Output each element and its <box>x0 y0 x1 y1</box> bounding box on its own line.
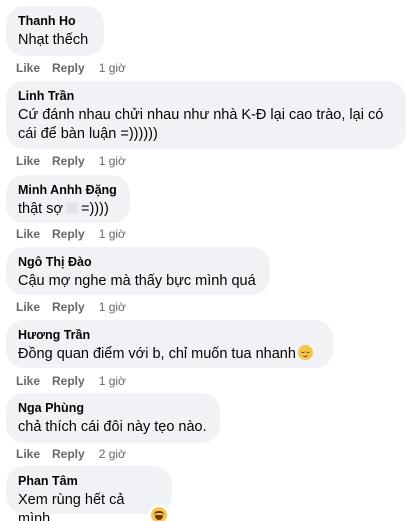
comment-author[interactable]: Phan Tâm <box>18 473 160 489</box>
comment-text: thật sợ =)))) <box>18 200 118 219</box>
comment-text: chả thích cái đôi này tẹo nào. <box>18 419 207 435</box>
reply-button[interactable]: Reply <box>52 154 85 168</box>
comment-timestamp[interactable]: 1 giờ <box>99 61 126 75</box>
comment-text: Xem rùng hết cả mình <box>18 492 125 521</box>
hidden-emoji-icon <box>65 202 78 214</box>
comment-text: Đồng quan điểm với b, chỉ muốn tua nhanh <box>18 345 321 364</box>
comment-bubble: Ngô Thị Đào Cậu mợ nghe mà thấy bực mình… <box>6 247 270 295</box>
comment-actions: Like Reply 1 giờ <box>16 61 126 75</box>
comment-bubble: Hương Trần Đồng quan điểm với b, chỉ muố… <box>6 320 333 368</box>
comment-text: Cậu mợ nghe mà thấy bực mình quá <box>18 273 256 289</box>
relieved-face-icon <box>297 345 313 360</box>
comment-text: Cứ đánh nhau chửi nhau như nhà K-Đ lại c… <box>18 107 384 142</box>
comment-bubble: Phan Tâm Xem rùng hết cả mình <box>6 466 172 521</box>
comment-actions: Like Reply 1 giờ <box>16 374 126 388</box>
comment-bubble: Linh Trần Cứ đánh nhau chửi nhau như nhà… <box>6 81 406 149</box>
comment-timestamp[interactable]: 1 giờ <box>99 227 126 241</box>
comment-text-part: thật sợ <box>18 201 63 217</box>
comment-author[interactable]: Linh Trần <box>18 88 394 104</box>
comment-bubble: Minh Anhh Đặng thật sợ =)))) <box>6 175 130 223</box>
like-button[interactable]: Like <box>16 300 40 314</box>
comment-text-part: =)))) <box>80 201 109 217</box>
comment-actions: Like Reply 1 giờ <box>16 227 126 241</box>
comment-thread: Thanh Ho Nhạt thếch Like Reply 1 giờ Linh … <box>0 0 414 521</box>
comment-text-part: Đồng quan điểm với b, chỉ muốn tua nhanh <box>18 346 296 362</box>
reply-button[interactable]: Reply <box>52 300 85 314</box>
comment-text: Nhạt thếch <box>18 32 89 48</box>
like-button[interactable]: Like <box>16 374 40 388</box>
comment-author[interactable]: Minh Anhh Đặng <box>18 182 118 198</box>
reply-button[interactable]: Reply <box>52 61 85 75</box>
comment-author[interactable]: Thanh Ho <box>18 13 92 29</box>
comment-bubble: Nga Phùng chả thích cái đôi này tẹo nào. <box>6 393 220 443</box>
comment-actions: Like Reply 1 giờ <box>16 300 126 314</box>
haha-reaction-icon[interactable] <box>151 507 167 521</box>
comment-timestamp[interactable]: 1 giờ <box>99 374 126 388</box>
comment-actions: Like Reply 1 giờ <box>16 154 126 168</box>
like-button[interactable]: Like <box>16 227 40 241</box>
reply-button[interactable]: Reply <box>52 447 85 461</box>
comment-actions: Like Reply 2 giờ <box>16 447 126 461</box>
like-button[interactable]: Like <box>16 61 40 75</box>
like-button[interactable]: Like <box>16 447 40 461</box>
comment-author[interactable]: Ngô Thị Đào <box>18 254 258 270</box>
comment-bubble: Thanh Ho Nhạt thếch <box>6 6 104 56</box>
comment-author[interactable]: Hương Trần <box>18 327 321 343</box>
reply-button[interactable]: Reply <box>52 227 85 241</box>
comment-author[interactable]: Nga Phùng <box>18 400 208 416</box>
comment-timestamp[interactable]: 1 giờ <box>99 154 126 168</box>
comment-timestamp[interactable]: 1 giờ <box>99 300 126 314</box>
reply-button[interactable]: Reply <box>52 374 85 388</box>
comment-timestamp[interactable]: 2 giờ <box>99 447 126 461</box>
like-button[interactable]: Like <box>16 154 40 168</box>
